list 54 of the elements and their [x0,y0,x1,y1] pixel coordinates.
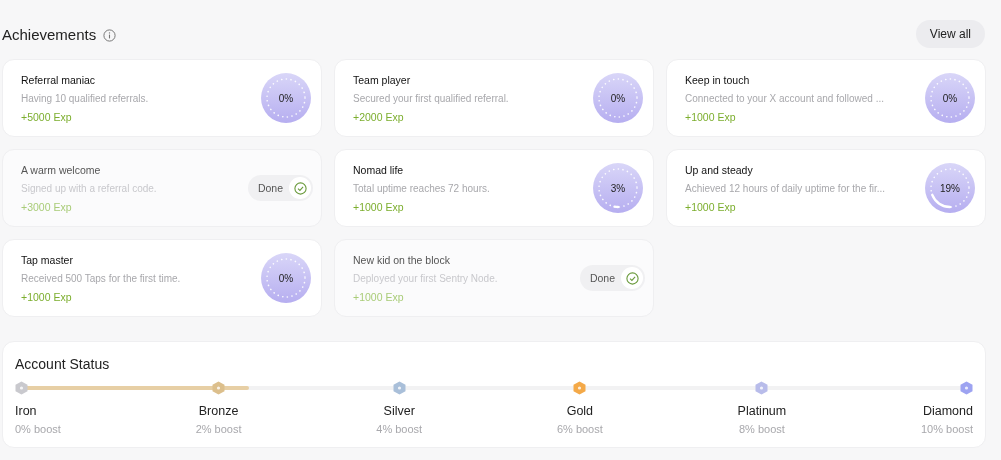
info-icon[interactable] [103,28,117,42]
tier-name: Diamond [922,404,973,418]
exp-reward: +1000 Exp [685,110,737,123]
done-badge: Done [579,265,645,291]
achievement-title: Keep in touch [685,73,751,86]
achievement-title: Team player [353,73,412,86]
tier-boost: 2% boost [195,423,242,435]
tier-boost: 6% boost [556,423,603,435]
progress-ring [925,163,975,213]
check-circle-icon [621,267,643,289]
exp-reward: +1000 Exp [353,200,405,213]
tier-boost: 10% boost [920,423,973,435]
exp-reward: +3000 Exp [21,200,73,213]
achievement-description: Achieved 12 hours of daily uptime for the fir... [685,182,887,194]
achievement-description: Received 500 Taps for the first time. [21,272,182,284]
done-badge: Done [247,175,313,201]
achievement-title: A warm welcome [21,163,102,176]
tier-name: Silver [383,404,415,418]
check-circle-icon [289,177,311,199]
progress-ring [261,73,311,123]
percent-label: 0% [278,92,294,104]
section-title: Achievements [2,25,97,43]
view-all-button[interactable]: View all [915,20,985,48]
tier-name: Iron [15,404,37,418]
card-title: Account Status [15,356,111,372]
tier-name: Bronze [198,404,239,418]
progress-ring [925,73,975,123]
exp-reward: +5000 Exp [21,110,73,123]
achievement-title: Up and steady [685,163,754,176]
exp-reward: +1000 Exp [685,200,737,213]
percent-label: 0% [942,92,958,104]
achievement-title: Nomad life [353,163,405,176]
achievement-description: Connected to your X account and followed ... [685,92,885,104]
tier-boost: 4% boost [376,423,423,435]
percent-label: 3% [610,182,626,194]
progress-ring [261,253,311,303]
progress-ring [593,73,643,123]
exp-reward: +2000 Exp [353,110,405,123]
tier-boost: 0% boost [15,423,61,435]
percent-label: 19% [940,182,960,194]
achievement-title: New kid on the block [353,253,451,266]
exp-reward: +1000 Exp [353,290,405,303]
achievement-description: Secured your first qualified referral. [353,92,510,104]
tier-name: Platinum [737,404,787,418]
exp-reward: +1000 Exp [21,290,73,303]
progress-ring [593,163,643,213]
achievement-title: Referral maniac [21,73,97,86]
achievement-description: Total uptime reaches 72 hours. [353,182,491,194]
percent-label: 0% [610,92,626,104]
percent-label: 0% [278,272,294,284]
achievement-title: Tap master [21,253,74,266]
tier-name: Gold [566,404,594,418]
tier-boost: 8% boost [738,423,785,435]
achievement-description: Having 10 qualified referrals. [21,92,150,104]
